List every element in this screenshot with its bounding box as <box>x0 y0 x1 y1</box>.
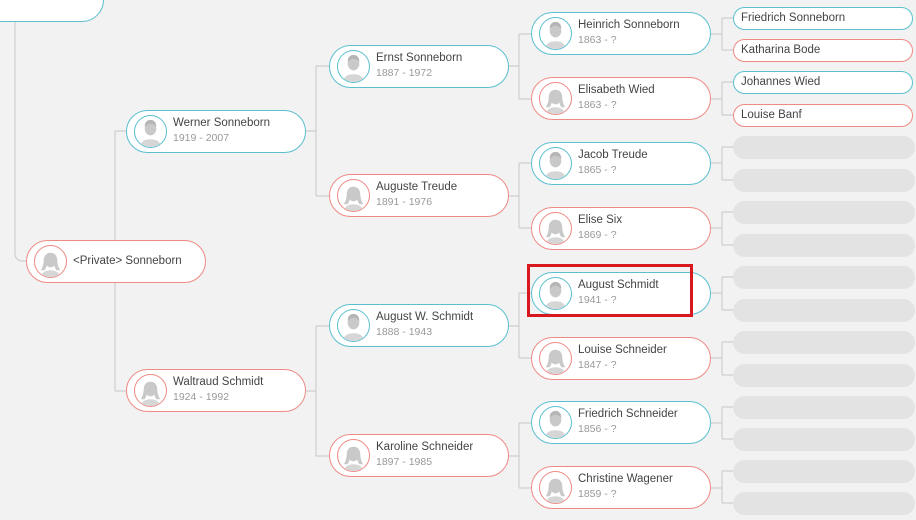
person-name: Karoline Schneider <box>376 441 474 453</box>
person-name: Ernst Sonneborn <box>376 52 463 64</box>
female-avatar-icon <box>539 342 572 375</box>
empty-ancestor-slot[interactable] <box>733 331 915 354</box>
empty-ancestor-slot[interactable] <box>733 364 915 387</box>
person-card-grandparent[interactable]: Karoline Schneider 1897 - 1985 <box>329 434 509 477</box>
pedigree-tree: <Private> Sonneborn Werner Sonneborn 191… <box>0 0 916 520</box>
person-years: 1891 - 1976 <box>376 196 433 208</box>
person-name: Jacob Treude <box>578 149 648 161</box>
person-card-grandparent[interactable]: Auguste Treude 1891 - 1976 <box>329 174 509 217</box>
female-avatar-icon <box>539 212 572 245</box>
male-avatar-icon <box>337 309 370 342</box>
female-avatar-icon <box>539 82 572 115</box>
empty-ancestor-slot[interactable] <box>733 266 915 289</box>
person-years: 1869 - ? <box>578 229 617 241</box>
empty-ancestor-slot[interactable] <box>733 136 915 159</box>
empty-ancestor-slot[interactable] <box>733 460 915 483</box>
person-card-mother[interactable]: Waltraud Schmidt 1924 - 1992 <box>126 369 306 412</box>
person-card-great-grandparent-selected[interactable]: August Schmidt 1941 - ? <box>531 272 711 315</box>
person-card-gen5[interactable]: Louise Banf <box>733 104 913 127</box>
person-years: 1919 - 2007 <box>173 132 230 144</box>
person-name: Louise Schneider <box>578 344 667 356</box>
person-card-root[interactable]: <Private> Sonneborn <box>26 240 206 283</box>
person-card-great-grandparent[interactable]: Christine Wagener 1859 - ? <box>531 466 711 509</box>
person-card-gen5[interactable]: Johannes Wied <box>733 71 913 94</box>
person-name: Christine Wagener <box>578 473 673 485</box>
person-name: Elise Six <box>578 214 623 226</box>
person-card-grandparent[interactable]: Ernst Sonneborn 1887 - 1972 <box>329 45 509 88</box>
person-years: 1856 - ? <box>578 423 617 435</box>
male-avatar-icon <box>539 277 572 310</box>
male-avatar-icon <box>134 115 167 148</box>
female-avatar-icon <box>34 245 67 278</box>
person-name: Waltraud Schmidt <box>173 376 264 388</box>
person-card-father[interactable]: Werner Sonneborn 1919 - 2007 <box>126 110 306 153</box>
person-card-great-grandparent[interactable]: Jacob Treude 1865 - ? <box>531 142 711 185</box>
person-card-gen5[interactable]: Katharina Bode <box>733 39 913 62</box>
female-avatar-icon <box>337 439 370 472</box>
empty-ancestor-slot[interactable] <box>733 169 915 192</box>
person-name: August W. Schmidt <box>376 311 474 323</box>
person-years: 1887 - 1972 <box>376 67 433 79</box>
person-card-grandparent[interactable]: August W. Schmidt 1888 - 1943 <box>329 304 509 347</box>
person-name: Friedrich Schneider <box>578 408 678 420</box>
male-avatar-icon <box>539 17 572 50</box>
person-card-great-grandparent[interactable]: Louise Schneider 1847 - ? <box>531 337 711 380</box>
person-years: 1863 - ? <box>578 99 617 111</box>
person-years: 1847 - ? <box>578 359 617 371</box>
person-years: 1859 - ? <box>578 488 617 500</box>
male-avatar-icon <box>337 50 370 83</box>
person-card-great-grandparent[interactable]: Elisabeth Wied 1863 - ? <box>531 77 711 120</box>
person-years: 1863 - ? <box>578 34 617 46</box>
person-name: Auguste Treude <box>376 181 458 193</box>
child-node-offscreen[interactable] <box>0 0 104 22</box>
female-avatar-icon <box>134 374 167 407</box>
person-card-gen5[interactable]: Friedrich Sonneborn <box>733 7 913 30</box>
empty-ancestor-slot[interactable] <box>733 234 915 257</box>
male-avatar-icon <box>539 406 572 439</box>
empty-ancestor-slot[interactable] <box>733 428 915 451</box>
person-card-great-grandparent[interactable]: Heinrich Sonneborn 1863 - ? <box>531 12 711 55</box>
person-name: Werner Sonneborn <box>173 117 270 129</box>
male-avatar-icon <box>539 147 572 180</box>
empty-ancestor-slot[interactable] <box>733 201 915 224</box>
person-name: August Schmidt <box>578 279 659 291</box>
person-years: 1924 - 1992 <box>173 391 230 403</box>
empty-ancestor-slot[interactable] <box>733 492 915 515</box>
female-avatar-icon <box>337 179 370 212</box>
person-years: 1888 - 1943 <box>376 326 433 338</box>
person-years: 1941 - ? <box>578 294 617 306</box>
female-avatar-icon <box>539 471 572 504</box>
person-years: 1865 - ? <box>578 164 617 176</box>
empty-ancestor-slot[interactable] <box>733 299 915 322</box>
person-card-great-grandparent[interactable]: Friedrich Schneider 1856 - ? <box>531 401 711 444</box>
empty-ancestor-slot[interactable] <box>733 396 915 419</box>
person-name: <Private> Sonneborn <box>73 255 182 267</box>
person-name: Elisabeth Wied <box>578 84 655 96</box>
person-name: Heinrich Sonneborn <box>578 19 680 31</box>
person-card-great-grandparent[interactable]: Elise Six 1869 - ? <box>531 207 711 250</box>
person-years: 1897 - 1985 <box>376 456 433 468</box>
